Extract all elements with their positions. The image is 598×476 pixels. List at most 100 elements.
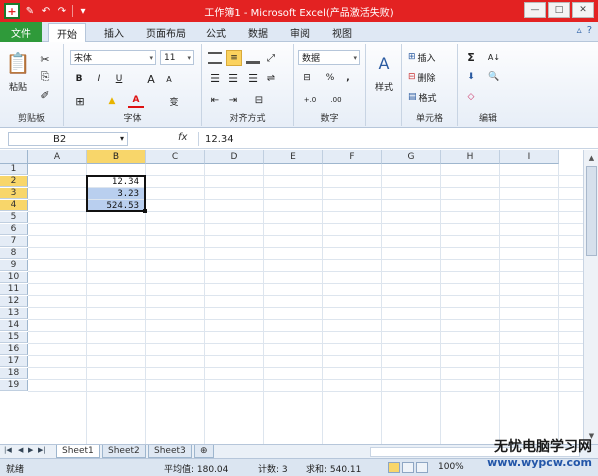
- align-left-icon[interactable]: ☰: [208, 72, 222, 85]
- percent-icon[interactable]: %: [324, 72, 336, 84]
- row-header-18[interactable]: 18: [0, 368, 28, 379]
- shrink-font-button[interactable]: A: [162, 72, 176, 86]
- copy-icon[interactable]: ⎘: [38, 70, 52, 84]
- sheet-tab-2[interactable]: Sheet2: [102, 445, 146, 458]
- font-name-select[interactable]: 宋体 ▾: [70, 50, 156, 65]
- styles-icon[interactable]: A: [374, 52, 394, 74]
- insert-function-icon[interactable]: fx: [178, 132, 187, 143]
- sheet-tab-1[interactable]: Sheet1: [56, 445, 100, 458]
- zoom-level[interactable]: 100%: [438, 462, 464, 472]
- sort-filter-icon[interactable]: A↓: [484, 50, 504, 64]
- row-header-5[interactable]: 5: [0, 212, 28, 223]
- tab-file[interactable]: 文件: [0, 22, 42, 42]
- tab-data[interactable]: 数据: [240, 23, 276, 42]
- merge-center-icon[interactable]: ⊟: [248, 94, 270, 106]
- wrap-text-icon[interactable]: ⇌: [264, 72, 278, 84]
- paste-button[interactable]: 粘贴: [4, 80, 32, 93]
- close-button[interactable]: ✕: [572, 2, 594, 18]
- first-sheet-icon[interactable]: |◀: [4, 446, 12, 454]
- italic-button[interactable]: I: [92, 72, 106, 86]
- cell-b4[interactable]: 524.53: [87, 200, 145, 211]
- cell-b3[interactable]: 3.23: [87, 188, 145, 199]
- font-color-icon[interactable]: A: [128, 94, 144, 108]
- restore-button[interactable]: □: [548, 2, 570, 18]
- decrease-indent-icon[interactable]: ⇤: [208, 94, 222, 106]
- decrease-decimal-icon[interactable]: .00: [326, 94, 346, 106]
- page-break-view-icon[interactable]: [416, 462, 428, 473]
- comma-icon[interactable]: ,: [342, 72, 354, 84]
- bold-button[interactable]: B: [72, 72, 86, 86]
- scroll-thumb[interactable]: [586, 166, 597, 256]
- row-header-7[interactable]: 7: [0, 236, 28, 247]
- help-icon[interactable]: ?: [587, 25, 592, 36]
- row-header-13[interactable]: 13: [0, 308, 28, 319]
- autosum-icon[interactable]: Σ: [464, 50, 478, 64]
- page-layout-view-icon[interactable]: [402, 462, 414, 473]
- align-right-icon[interactable]: ☰: [246, 72, 260, 85]
- fill-handle[interactable]: [143, 209, 147, 213]
- styles-button[interactable]: 样式: [368, 80, 400, 93]
- row-header-10[interactable]: 10: [0, 272, 28, 283]
- cell-b2[interactable]: 12.34: [87, 176, 145, 187]
- column-header-c[interactable]: C: [146, 150, 205, 164]
- cut-icon[interactable]: ✂: [38, 52, 52, 66]
- minimize-button[interactable]: —: [524, 2, 546, 18]
- insert-cells-button[interactable]: ⊞ 插入: [408, 50, 454, 64]
- column-header-f[interactable]: F: [323, 150, 382, 164]
- row-header-16[interactable]: 16: [0, 344, 28, 355]
- find-select-icon[interactable]: 🔍: [486, 70, 502, 84]
- sheet-tab-3[interactable]: Sheet3: [148, 445, 192, 458]
- column-header-g[interactable]: G: [382, 150, 441, 164]
- row-header-4[interactable]: 4: [0, 200, 28, 211]
- paste-icon[interactable]: 📋: [6, 48, 31, 78]
- number-format-select[interactable]: 数据 ▾: [298, 50, 360, 65]
- row-header-1[interactable]: 1: [0, 164, 28, 175]
- row-header-14[interactable]: 14: [0, 320, 28, 331]
- format-cells-button[interactable]: ▤ 格式: [408, 90, 454, 104]
- align-middle-icon[interactable]: ≡: [226, 50, 242, 66]
- vertical-scrollbar[interactable]: ▲ ▼: [583, 150, 598, 444]
- worksheet-grid[interactable]: ABCDEFGHI 1 2 3 4 5 6 7 8 9 10 11 12 13 14 15 16 17 18 19 …: [0, 150, 598, 444]
- chevron-down-icon[interactable]: ▾: [120, 134, 124, 143]
- increase-decimal-icon[interactable]: +.0: [300, 94, 320, 106]
- underline-button[interactable]: U: [112, 72, 126, 86]
- border-icon[interactable]: ⊞: [72, 94, 88, 108]
- row-header-8[interactable]: 8: [0, 248, 28, 259]
- tab-view[interactable]: 视图: [324, 23, 360, 42]
- tab-home[interactable]: 开始: [48, 23, 86, 42]
- scroll-up-icon[interactable]: ▲: [586, 152, 597, 163]
- next-sheet-icon[interactable]: ▶: [28, 446, 33, 454]
- prev-sheet-icon[interactable]: ◀: [18, 446, 23, 454]
- row-header-9[interactable]: 9: [0, 260, 28, 271]
- row-header-11[interactable]: 11: [0, 284, 28, 295]
- font-size-select[interactable]: 11 ▾: [160, 50, 194, 65]
- formula-input[interactable]: 12.34: [198, 132, 588, 146]
- orientation-icon[interactable]: ⤢: [264, 52, 278, 64]
- align-top-icon[interactable]: [208, 52, 222, 64]
- currency-icon[interactable]: ⊟: [300, 72, 314, 84]
- column-header-d[interactable]: D: [205, 150, 264, 164]
- name-box[interactable]: B2 ▾: [8, 132, 128, 146]
- column-header-b[interactable]: B: [87, 150, 146, 164]
- row-header-12[interactable]: 12: [0, 296, 28, 307]
- tab-page-layout[interactable]: 页面布局: [138, 23, 194, 42]
- tab-review[interactable]: 审阅: [282, 23, 318, 42]
- align-bottom-icon[interactable]: [246, 52, 260, 64]
- column-header-e[interactable]: E: [264, 150, 323, 164]
- select-all-corner[interactable]: [0, 150, 28, 164]
- last-sheet-icon[interactable]: ▶|: [38, 446, 46, 454]
- row-header-15[interactable]: 15: [0, 332, 28, 343]
- fill-color-icon[interactable]: ▲: [104, 94, 120, 108]
- ribbon-minimize-icon[interactable]: ▵: [577, 25, 582, 36]
- normal-view-icon[interactable]: [388, 462, 400, 473]
- row-header-6[interactable]: 6: [0, 224, 28, 235]
- row-header-3[interactable]: 3: [0, 188, 28, 199]
- new-sheet-icon[interactable]: ⊕: [194, 445, 214, 458]
- column-header-h[interactable]: H: [441, 150, 500, 164]
- column-header-i[interactable]: I: [500, 150, 559, 164]
- clear-icon[interactable]: ◇: [464, 90, 478, 104]
- grow-font-button[interactable]: A: [144, 72, 158, 86]
- row-header-17[interactable]: 17: [0, 356, 28, 367]
- format-painter-icon[interactable]: ✐: [38, 88, 52, 102]
- fill-down-icon[interactable]: ⬇: [464, 70, 478, 84]
